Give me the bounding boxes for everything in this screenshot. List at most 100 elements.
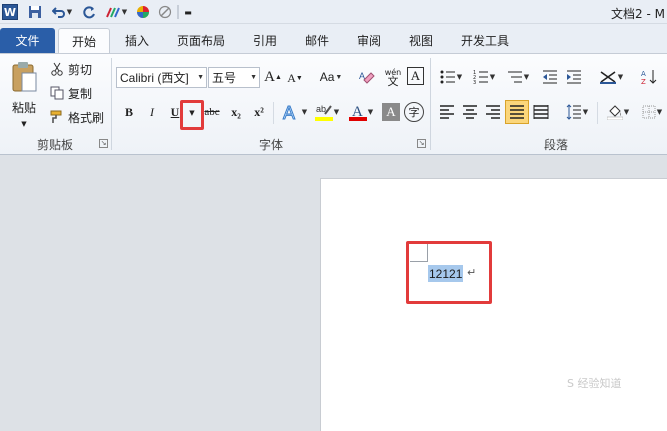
undo-button[interactable]: ▼ xyxy=(48,3,76,21)
enclose-characters-label: 字 xyxy=(408,106,420,119)
multilevel-list-button[interactable]: ▼ xyxy=(503,67,533,87)
highlight-color-button[interactable]: ab ▼ xyxy=(312,101,342,123)
strikethrough-button[interactable]: abc xyxy=(201,102,223,122)
clipboard-group-label: 剪贴板 xyxy=(36,138,73,152)
align-right-icon[interactable] xyxy=(483,102,503,122)
tab-mailings[interactable]: 邮件 xyxy=(298,28,336,53)
grow-font-label: A xyxy=(264,68,275,85)
document-page[interactable] xyxy=(320,178,667,431)
font-group-label: 字体 xyxy=(258,138,283,152)
font-name-dropdown-icon: ▼ xyxy=(197,74,204,81)
font-size-value: 五号 xyxy=(212,71,237,85)
sort-icon[interactable]: AZ xyxy=(638,67,660,87)
shrink-font-button[interactable]: A ▼ xyxy=(286,69,304,87)
font-launcher-icon[interactable]: ↘ xyxy=(417,139,426,148)
line-spacing-icon xyxy=(566,104,581,120)
svg-text:ab: ab xyxy=(316,104,326,114)
bold-button[interactable]: B xyxy=(120,102,138,122)
underline-dropdown-highlight xyxy=(180,100,204,130)
window-title: 文档2 - M xyxy=(611,7,665,21)
chinese-layout-button[interactable]: ▼ xyxy=(595,67,627,87)
shading-button[interactable]: ▼ xyxy=(603,102,633,122)
selected-text-highlight xyxy=(406,241,492,304)
borders-button[interactable]: ▼ xyxy=(638,102,666,122)
paint-bucket-icon xyxy=(606,105,623,120)
change-case-label: Aa xyxy=(319,70,335,84)
format-painter-button[interactable]: 格式刷 xyxy=(50,108,104,126)
word-logo-letter: W xyxy=(3,5,17,19)
format-painter-qa-icon[interactable]: ▼ xyxy=(102,3,130,21)
align-left-icon[interactable] xyxy=(437,102,457,122)
align-center-icon[interactable] xyxy=(460,102,480,122)
italic-button[interactable]: I xyxy=(143,102,161,122)
font-name-combo[interactable]: Calibri (西文] ▼ xyxy=(116,67,207,88)
svg-text:A: A xyxy=(283,103,295,121)
paste-label: 粘贴 xyxy=(11,100,36,115)
clipboard-launcher-icon[interactable]: ↘ xyxy=(99,139,108,148)
subscript-button[interactable]: x₂ xyxy=(226,102,246,122)
character-border-button[interactable]: A xyxy=(407,67,424,85)
svg-text:3: 3 xyxy=(473,80,476,84)
justify-icon[interactable] xyxy=(505,100,529,124)
color-wheel-icon[interactable] xyxy=(134,3,152,21)
character-border-label: A xyxy=(410,68,421,83)
ribbon-home: 粘贴 ▼ 剪切 复制 格式刷 剪贴板 ↘ Calibri (西文] ▼ 五号 ▼… xyxy=(0,53,667,155)
font-color-icon: A xyxy=(348,104,367,121)
font-color-button[interactable]: A ▼ xyxy=(346,101,376,123)
ribbon-tabs: 文件 开始 插入 页面布局 引用 邮件 审阅 视图 开发工具 xyxy=(0,24,667,53)
superscript-button[interactable]: x² xyxy=(249,102,269,122)
tab-references[interactable]: 引用 xyxy=(246,28,284,53)
copy-button[interactable]: 复制 xyxy=(50,84,92,102)
numbering-button[interactable]: 123 ▼ xyxy=(469,67,499,87)
paragraph-row-divider xyxy=(597,102,598,124)
tab-view[interactable]: 视图 xyxy=(402,28,440,53)
tab-insert[interactable]: 插入 xyxy=(118,28,156,53)
distributed-icon[interactable] xyxy=(531,102,551,122)
increase-indent-icon[interactable] xyxy=(564,67,584,87)
character-shading-button[interactable]: A xyxy=(382,103,400,121)
scissors-icon xyxy=(50,62,64,76)
tab-page-layout[interactable]: 页面布局 xyxy=(168,28,234,53)
borders-icon xyxy=(642,105,656,119)
font-row-divider xyxy=(273,102,274,124)
shrink-font-label: A xyxy=(287,70,296,85)
title-bar: W ▼ ▼ ▬ 文档2 - M xyxy=(0,0,667,24)
tab-review[interactable]: 审阅 xyxy=(350,28,388,53)
format-painter-icon xyxy=(50,110,64,124)
paste-button[interactable]: 粘贴 ▼ xyxy=(6,58,42,130)
font-name-value: Calibri (西文] xyxy=(120,71,189,85)
phonetic-guide-button[interactable]: wén 文 xyxy=(382,65,404,89)
line-spacing-button[interactable]: ▼ xyxy=(562,102,592,122)
cut-button[interactable]: 剪切 xyxy=(50,60,92,78)
format-painter-label: 格式刷 xyxy=(68,110,105,125)
customize-quick-access-icon[interactable]: ▬ xyxy=(182,3,194,21)
chinese-layout-icon xyxy=(599,71,616,84)
copy-icon xyxy=(50,86,64,100)
paste-dropdown-icon[interactable]: ▼ xyxy=(21,120,26,128)
word-app-icon[interactable]: W xyxy=(2,4,18,20)
font-size-combo[interactable]: 五号 ▼ xyxy=(208,67,260,88)
change-case-button[interactable]: Aa ▼ xyxy=(316,67,346,87)
text-effects-icon: A xyxy=(282,103,295,121)
text-effects-button[interactable]: A ▼ xyxy=(279,101,309,123)
bullets-icon xyxy=(440,70,455,84)
character-shading-label: A xyxy=(386,104,396,119)
cut-label: 剪切 xyxy=(68,62,93,77)
enclose-characters-button[interactable]: 字 xyxy=(404,102,424,122)
tab-developer[interactable]: 开发工具 xyxy=(454,28,516,53)
grow-font-button[interactable]: A ▲ xyxy=(264,67,282,87)
paragraph-group-label: 段落 xyxy=(543,138,568,152)
multilevel-list-icon xyxy=(507,71,522,83)
numbering-icon: 123 xyxy=(473,70,488,84)
bullets-button[interactable]: ▼ xyxy=(437,67,465,87)
paste-icon xyxy=(12,61,37,91)
decrease-indent-icon[interactable] xyxy=(540,67,560,87)
save-icon[interactable] xyxy=(26,3,44,21)
redo-icon[interactable] xyxy=(80,3,98,21)
pen-icon[interactable] xyxy=(156,3,174,21)
tab-home[interactable]: 开始 xyxy=(58,28,110,53)
font-size-dropdown-icon: ▼ xyxy=(250,74,257,81)
clear-formatting-icon[interactable]: A xyxy=(356,67,378,87)
copy-label: 复制 xyxy=(68,86,93,101)
tab-file[interactable]: 文件 xyxy=(0,28,55,53)
